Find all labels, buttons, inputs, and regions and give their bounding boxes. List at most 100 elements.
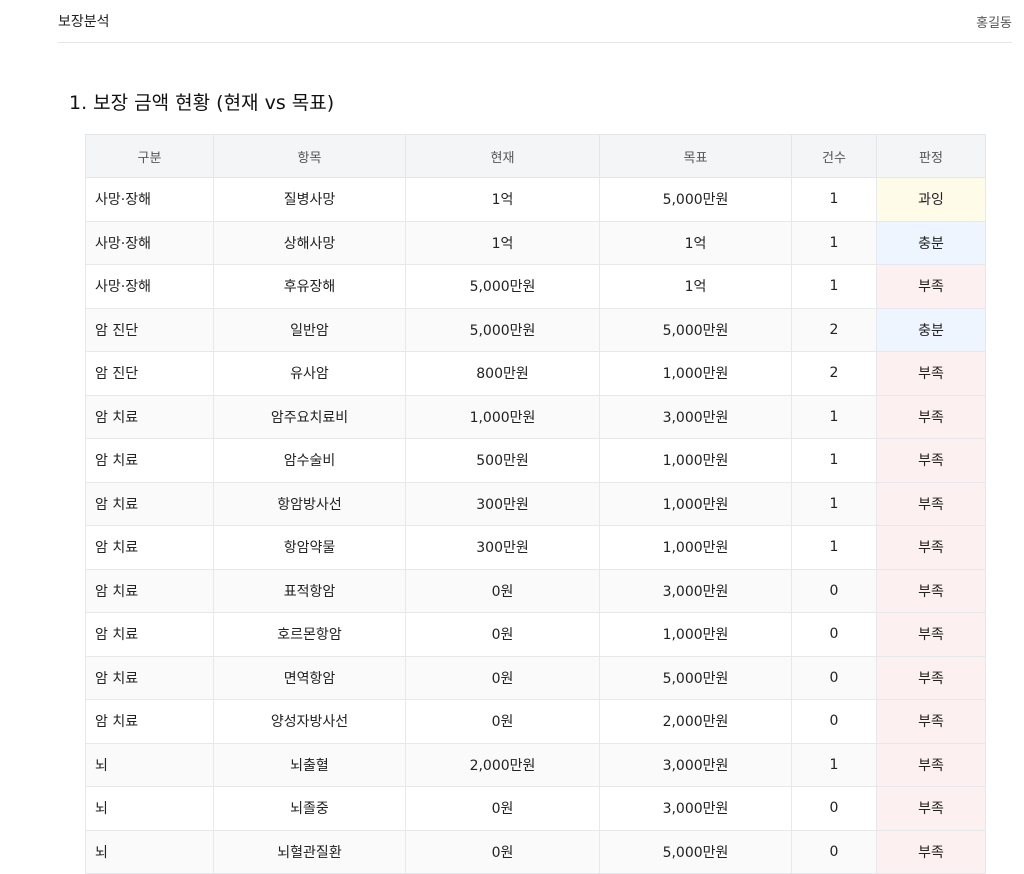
table-row: 암 치료 암수술비 500만원 1,000만원 1 부족 — [85, 438, 986, 483]
cell-category: 암 치료 — [85, 438, 214, 483]
cell-current: 1,000만원 — [405, 394, 600, 439]
cell-category: 사망·장해 — [85, 220, 214, 265]
cell-count: 0 — [791, 612, 877, 657]
cell-item: 표적항암 — [213, 568, 406, 613]
section-title: 1. 보장 금액 현황 (현재 vs 목표) — [69, 92, 335, 114]
table-header-row: 구분 항목 현재 목표 건수 판정 — [85, 134, 986, 178]
cell-item: 유사암 — [213, 351, 406, 396]
cell-item: 호르몬항암 — [213, 612, 406, 657]
cell-item: 상해사망 — [213, 220, 406, 265]
table-body: 사망·장해 질병사망 1억 5,000만원 1 과잉 사망·장해 상해사망 1억 1억 1 충분 사망·… — [85, 177, 986, 874]
cell-verdict: 부족 — [876, 699, 986, 744]
cell-item: 암수술비 — [213, 438, 406, 483]
cell-target: 1,000만원 — [599, 525, 792, 570]
cell-count: 1 — [791, 220, 877, 265]
cell-category: 암 치료 — [85, 481, 214, 526]
table-row: 암 치료 암주요치료비 1,000만원 3,000만원 1 부족 — [85, 394, 986, 439]
cell-verdict: 부족 — [876, 481, 986, 526]
cell-count: 0 — [791, 699, 877, 744]
column-header-current: 현재 — [405, 134, 600, 178]
cell-item: 암주요치료비 — [213, 394, 406, 439]
cell-category: 암 진단 — [85, 351, 214, 396]
cell-verdict: 부족 — [876, 568, 986, 613]
table-row: 암 치료 면역항암 0원 5,000만원 0 부족 — [85, 655, 986, 700]
table-row: 암 치료 양성자방사선 0원 2,000만원 0 부족 — [85, 699, 986, 744]
cell-item: 양성자방사선 — [213, 699, 406, 744]
cell-category: 사망·장해 — [85, 264, 214, 309]
coverage-table-container: 구분 항목 현재 목표 건수 판정 사망·장해 질병사망 1억 5,000만원 1 과잉 사… — [85, 134, 986, 874]
table-row: 암 진단 일반암 5,000만원 5,000만원 2 충분 — [85, 307, 986, 352]
cell-verdict: 부족 — [876, 351, 986, 396]
column-header-count: 건수 — [791, 134, 877, 178]
cell-category: 사망·장해 — [85, 177, 214, 222]
cell-category: 암 치료 — [85, 612, 214, 657]
cell-category: 뇌 — [85, 742, 214, 787]
cell-verdict: 부족 — [876, 655, 986, 700]
cell-current: 0원 — [405, 568, 600, 613]
cell-current: 1억 — [405, 177, 600, 222]
column-header-item: 항목 — [213, 134, 406, 178]
cell-verdict: 부족 — [876, 525, 986, 570]
table-row: 암 치료 표적항암 0원 3,000만원 0 부족 — [85, 568, 986, 613]
cell-target: 1,000만원 — [599, 481, 792, 526]
cell-count: 0 — [791, 829, 877, 874]
cell-category: 암 치료 — [85, 525, 214, 570]
cell-count: 2 — [791, 307, 877, 352]
cell-current: 5,000만원 — [405, 264, 600, 309]
cell-category: 암 진단 — [85, 307, 214, 352]
cell-current: 0원 — [405, 612, 600, 657]
cell-item: 뇌혈관질환 — [213, 829, 406, 874]
table-row: 뇌 뇌졸중 0원 3,000만원 0 부족 — [85, 786, 986, 831]
cell-count: 0 — [791, 786, 877, 831]
cell-current: 5,000만원 — [405, 307, 600, 352]
cell-target: 1억 — [599, 220, 792, 265]
cell-target: 3,000만원 — [599, 786, 792, 831]
cell-current: 800만원 — [405, 351, 600, 396]
table-row: 뇌 뇌출혈 2,000만원 3,000만원 1 부족 — [85, 742, 986, 787]
column-header-category: 구분 — [85, 134, 214, 178]
cell-current: 500만원 — [405, 438, 600, 483]
cell-verdict: 과잉 — [876, 177, 986, 222]
cell-verdict: 부족 — [876, 394, 986, 439]
cell-verdict: 충분 — [876, 220, 986, 265]
cell-current: 0원 — [405, 829, 600, 874]
cell-target: 1,000만원 — [599, 612, 792, 657]
cell-count: 0 — [791, 568, 877, 613]
cell-verdict: 부족 — [876, 742, 986, 787]
cell-item: 질병사망 — [213, 177, 406, 222]
cell-count: 1 — [791, 264, 877, 309]
column-header-target: 목표 — [599, 134, 792, 178]
cell-item: 면역항암 — [213, 655, 406, 700]
cell-current: 0원 — [405, 699, 600, 744]
brand-title[interactable]: 보장분석 — [58, 11, 110, 31]
table-row: 사망·장해 상해사망 1억 1억 1 충분 — [85, 220, 986, 265]
user-name[interactable]: 홍길동 — [976, 12, 1012, 31]
coverage-table: 구분 항목 현재 목표 건수 판정 사망·장해 질병사망 1억 5,000만원 1 과잉 사… — [85, 134, 986, 874]
cell-target: 5,000만원 — [599, 655, 792, 700]
cell-count: 1 — [791, 742, 877, 787]
cell-target: 1,000만원 — [599, 351, 792, 396]
cell-verdict: 부족 — [876, 438, 986, 483]
cell-item: 후유장해 — [213, 264, 406, 309]
cell-item: 항암방사선 — [213, 481, 406, 526]
cell-target: 1억 — [599, 264, 792, 309]
table-row: 뇌 뇌혈관질환 0원 5,000만원 0 부족 — [85, 829, 986, 874]
cell-current: 300만원 — [405, 525, 600, 570]
cell-category: 뇌 — [85, 786, 214, 831]
cell-current: 0원 — [405, 655, 600, 700]
cell-count: 1 — [791, 525, 877, 570]
cell-category: 암 치료 — [85, 568, 214, 613]
cell-item: 항암약물 — [213, 525, 406, 570]
cell-count: 1 — [791, 177, 877, 222]
cell-target: 3,000만원 — [599, 568, 792, 613]
cell-target: 5,000만원 — [599, 307, 792, 352]
cell-count: 0 — [791, 655, 877, 700]
table-row: 사망·장해 후유장해 5,000만원 1억 1 부족 — [85, 264, 986, 309]
cell-verdict: 부족 — [876, 612, 986, 657]
cell-category: 암 치료 — [85, 699, 214, 744]
table-row: 암 진단 유사암 800만원 1,000만원 2 부족 — [85, 351, 986, 396]
cell-count: 1 — [791, 394, 877, 439]
cell-verdict: 부족 — [876, 829, 986, 874]
cell-target: 5,000만원 — [599, 177, 792, 222]
column-header-verdict: 판정 — [876, 134, 986, 178]
